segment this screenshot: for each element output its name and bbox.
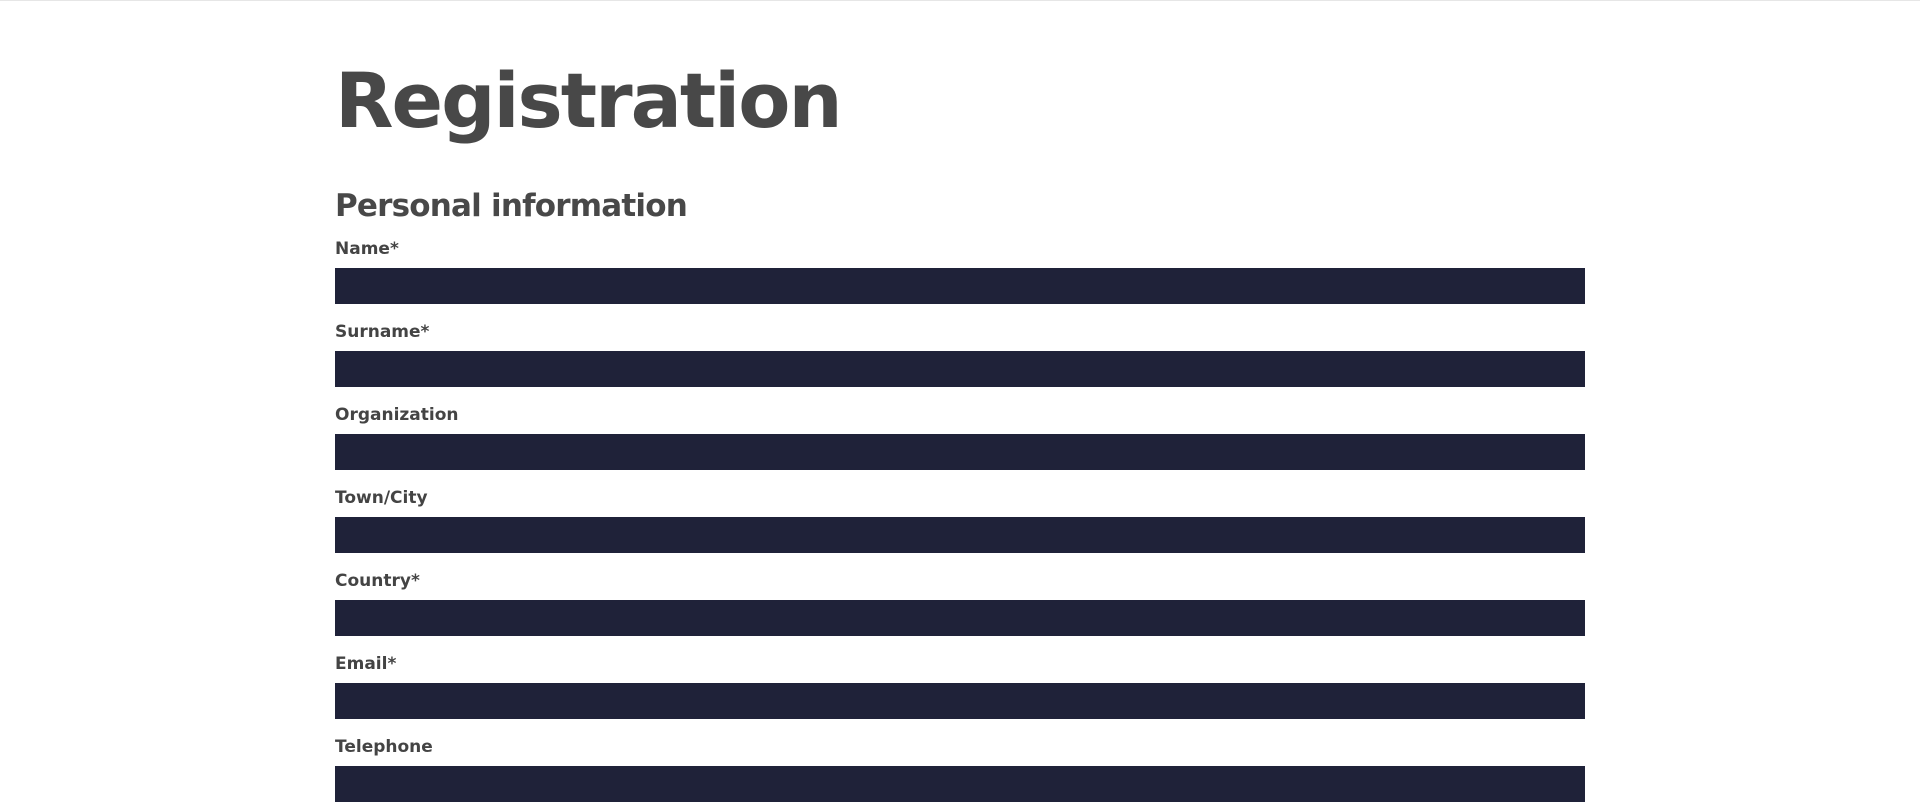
telephone-label: Telephone — [335, 737, 433, 757]
organization-field-group: Organization — [335, 405, 1585, 488]
town-city-input[interactable] — [335, 517, 1585, 553]
town-city-field-group: Town/City — [335, 488, 1585, 571]
organization-label: Organization — [335, 405, 459, 425]
page-title: Registration — [335, 56, 843, 145]
organization-input[interactable] — [335, 434, 1585, 470]
email-field-group: Email* — [335, 654, 1585, 737]
country-input[interactable] — [335, 600, 1585, 636]
name-input[interactable] — [335, 268, 1585, 304]
name-label: Name* — [335, 239, 399, 259]
surname-field-group: Surname* — [335, 322, 1585, 405]
surname-input[interactable] — [335, 351, 1585, 387]
name-field-group: Name* — [335, 239, 1585, 322]
telephone-input[interactable] — [335, 766, 1585, 802]
email-input[interactable] — [335, 683, 1585, 719]
email-label: Email* — [335, 654, 397, 674]
country-field-group: Country* — [335, 571, 1585, 654]
surname-label: Surname* — [335, 322, 430, 342]
country-label: Country* — [335, 571, 420, 591]
town-city-label: Town/City — [335, 488, 428, 508]
section-title-personal-information: Personal information — [335, 188, 688, 224]
top-divider — [0, 0, 1920, 1]
telephone-field-group: Telephone — [335, 737, 1585, 812]
